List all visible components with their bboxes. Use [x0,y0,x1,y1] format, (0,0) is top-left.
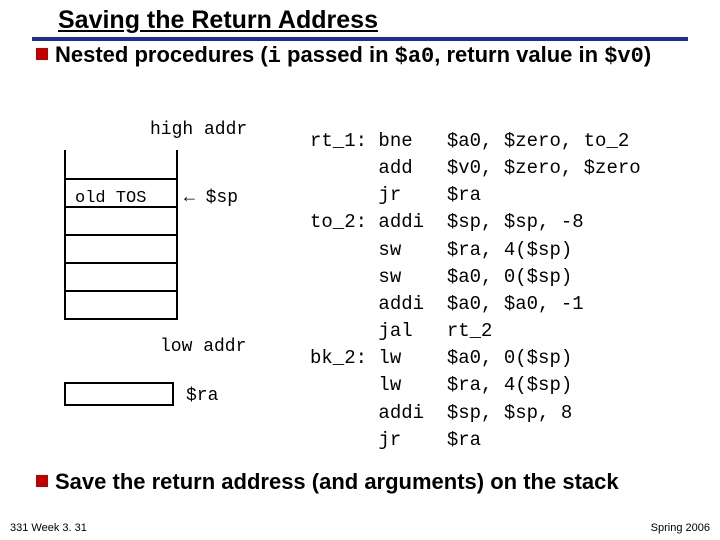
ra-register-box [64,382,174,406]
code-v0: $v0 [604,44,644,69]
bullet-icon [36,475,48,487]
bullet-icon [36,48,48,60]
low-addr-label: low addr [160,337,246,357]
slide: Saving the Return Address Nested procedu… [0,0,720,540]
ra-label: $ra [186,386,218,406]
footer-left: 331 Week 3. 31 [10,522,87,534]
slide-title: Saving the Return Address [58,6,378,35]
assembly-listing: rt_1: bne $a0, $zero, to_2 add $v0, $zer… [310,128,641,454]
old-tos-label: old TOS [75,189,146,208]
stack-cell [66,206,176,234]
code-a0: $a0 [395,44,435,69]
stack-cell [66,234,176,262]
bullet-2-text: Save the return address (and arguments) … [55,468,705,496]
t: passed in [281,42,395,67]
t: , return value in [434,42,604,67]
footer-right: Spring 2006 [651,522,710,534]
t: ) [644,42,651,67]
stack-border [64,150,178,320]
stack-cell [66,150,176,178]
stack-diagram [64,150,178,320]
high-addr-label: high addr [150,120,247,140]
code-i: i [268,44,281,69]
sp-pointer-label: ← $sp [184,188,238,208]
t: Nested procedures ( [55,42,268,67]
bullet-1-text: Nested procedures (i passed in $a0, retu… [55,41,695,71]
stack-cell [66,262,176,290]
stack-cell [66,290,176,318]
